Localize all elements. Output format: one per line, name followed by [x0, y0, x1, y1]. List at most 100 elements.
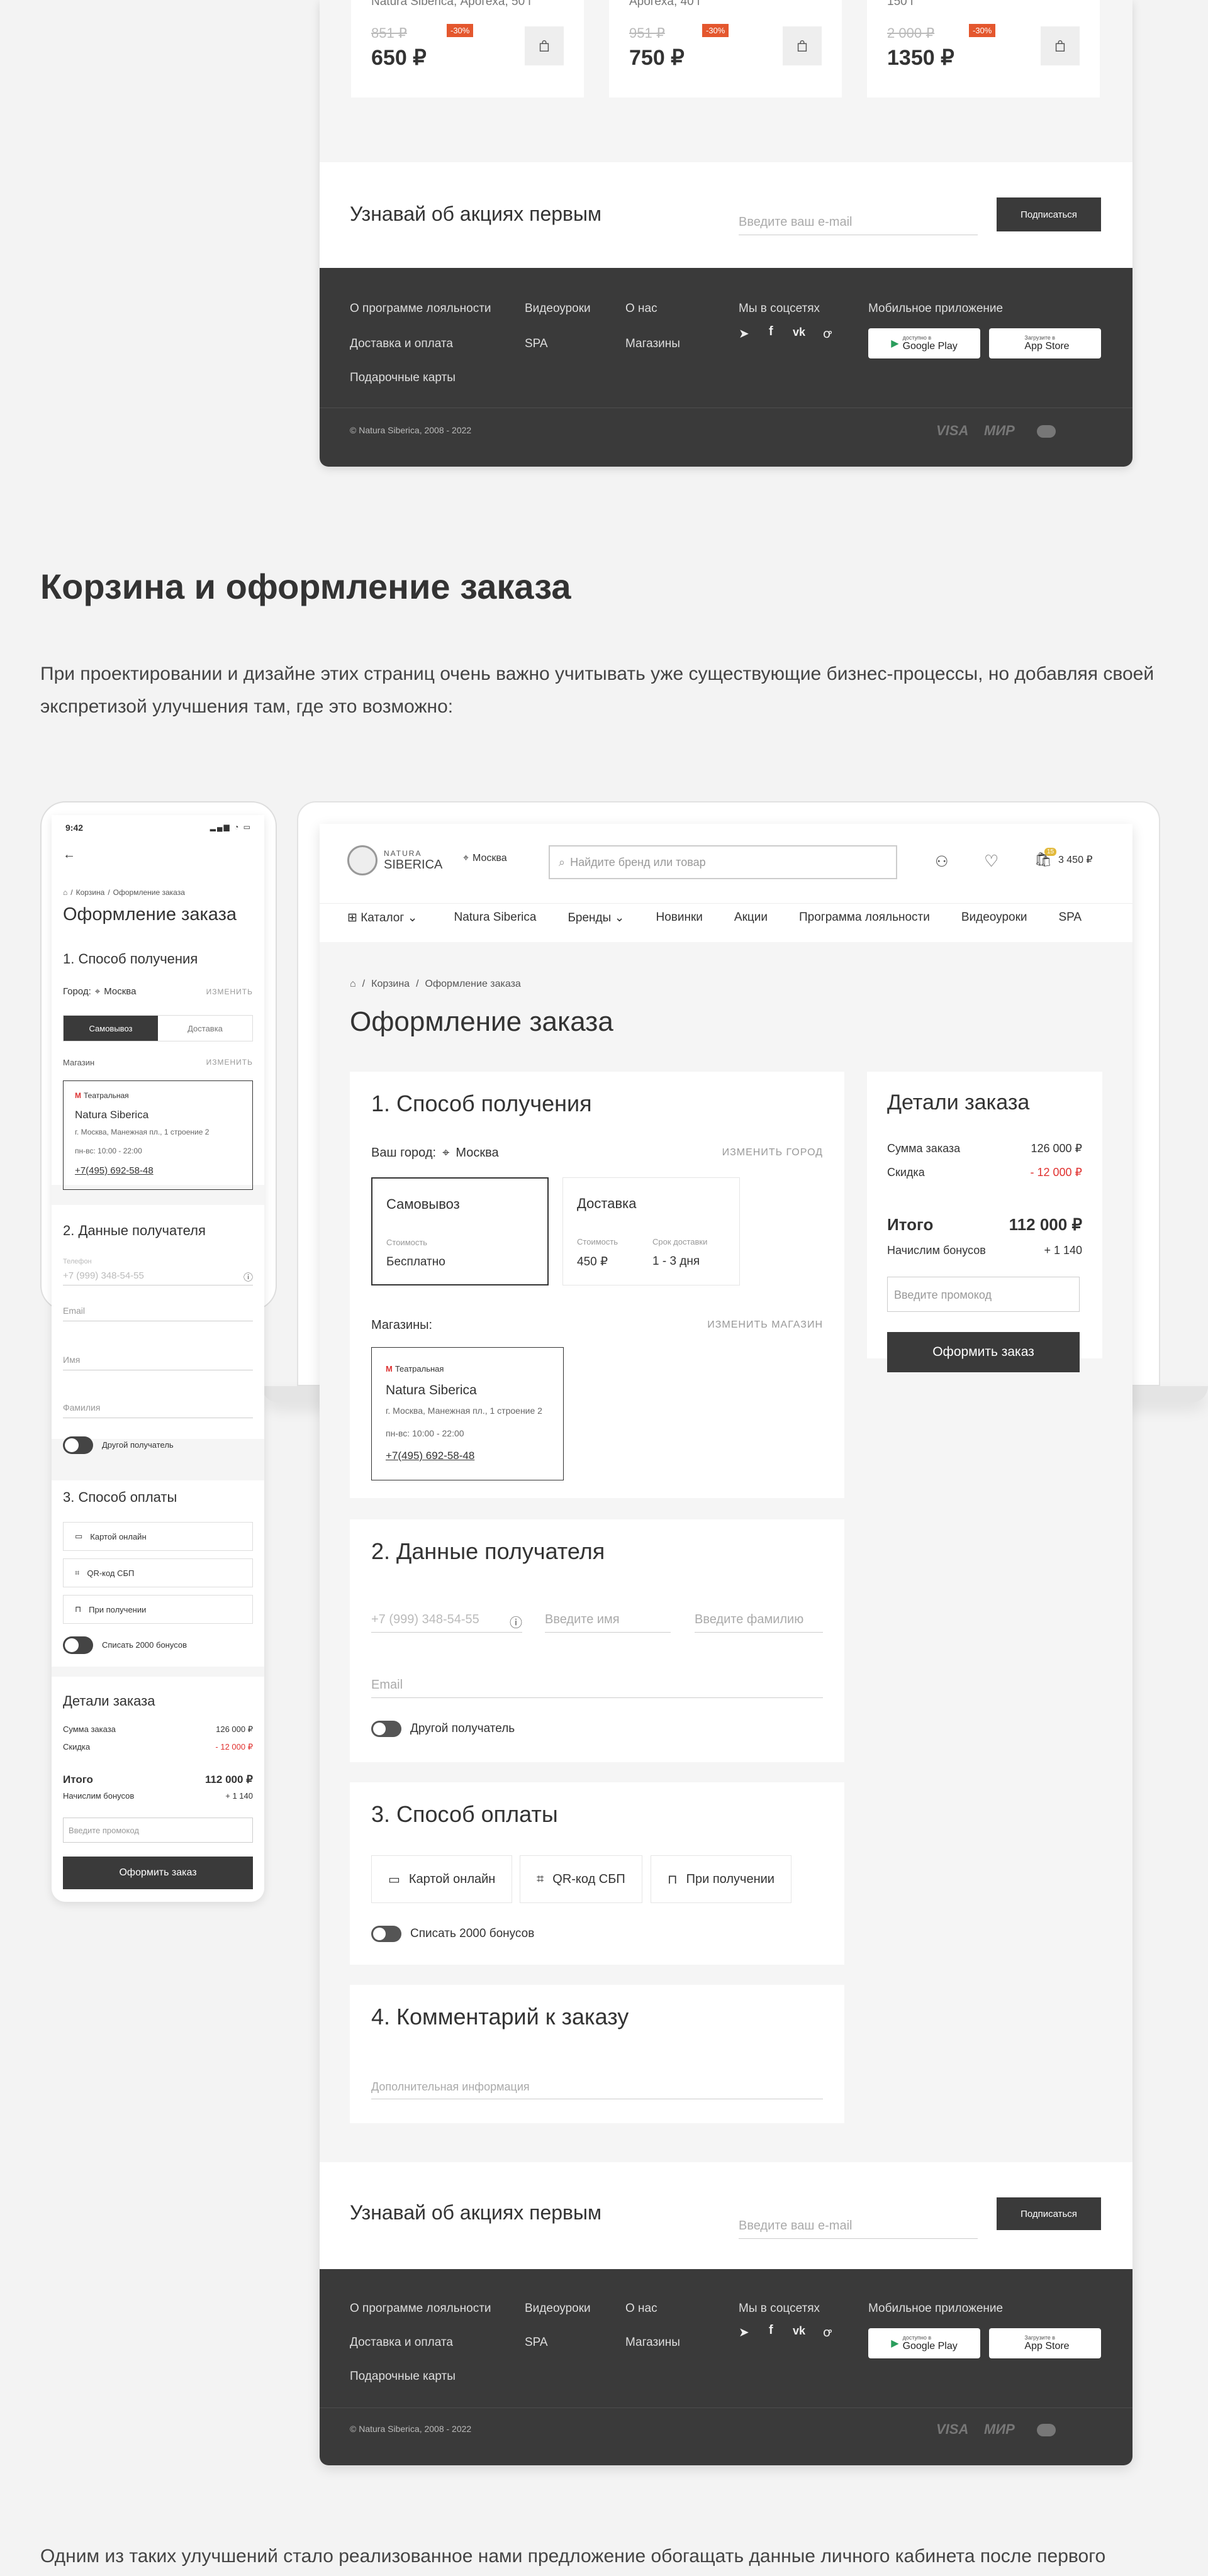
app-store-button[interactable]: Загрузите в App Store — [989, 2328, 1101, 2358]
footer-link[interactable]: Подарочные карты — [350, 371, 456, 385]
metro-name: Театральная — [394, 1364, 444, 1374]
checkout-button[interactable]: Оформить заказ — [887, 1332, 1080, 1372]
order-summary: Детали заказа Сумма заказа 126 000 ₽ Ски… — [867, 1072, 1102, 1372]
facebook-icon[interactable]: f — [769, 325, 773, 339]
footer-link[interactable]: О нас — [625, 302, 657, 316]
email-input[interactable]: Email — [371, 1678, 823, 1698]
bag-icon: ⊓ — [668, 1872, 678, 1887]
change-store-link[interactable]: ИЗМЕНИТЬ — [206, 1058, 253, 1067]
surname-input[interactable]: Фамилия — [63, 1402, 253, 1418]
nav-item[interactable]: Акции — [734, 911, 768, 925]
change-store-link[interactable]: ИЗМЕНИТЬ МАГАЗИН — [707, 1319, 823, 1331]
store-card[interactable]: M Театральная Natura Siberica г. Москва, … — [63, 1080, 253, 1190]
store-phone[interactable]: +7(495) 692-58-48 — [75, 1165, 154, 1176]
name-input[interactable]: Имя — [63, 1355, 253, 1370]
email-input[interactable]: Email — [63, 1306, 253, 1321]
other-recipient-toggle[interactable] — [371, 1721, 401, 1737]
tab-delivery[interactable]: Доставка — [158, 1016, 252, 1041]
pickup-option[interactable]: Самовывоз Стоимость Бесплатно — [371, 1177, 549, 1285]
account-icon[interactable]: ⚇ — [935, 853, 949, 871]
search-icon: ⌕ — [559, 855, 566, 869]
store-phone[interactable]: +7(495) 692-58-48 — [386, 1450, 474, 1462]
vk-icon[interactable]: vk — [793, 2324, 805, 2338]
footer-link[interactable]: Доставка и оплата — [350, 2336, 453, 2350]
name-input[interactable]: Введите имя — [545, 1613, 671, 1633]
store-hours: пн-вс: 10:00 - 22:00 — [386, 1428, 464, 1438]
bonus-toggle[interactable] — [371, 1926, 401, 1942]
add-to-cart-button[interactable] — [525, 26, 564, 65]
pay-qr-option[interactable]: ⌗ QR-код СБП — [520, 1855, 642, 1903]
nav-item[interactable]: Программа лояльности — [799, 911, 930, 925]
footer-link[interactable]: SPA — [525, 337, 548, 351]
bonus-toggle[interactable] — [63, 1636, 93, 1654]
google-play-button[interactable]: ▶ доступно в Google Play — [868, 2328, 980, 2358]
phone-placeholder: +7 (999) 348-54-55 — [371, 1613, 479, 1626]
add-to-cart-button[interactable] — [783, 26, 822, 65]
product-card[interactable]: Арогеxа, 40 г 951 ₽ -30% 750 ₽ — [609, 0, 842, 97]
header-divider — [320, 903, 1132, 904]
phone-input[interactable]: +7 (999) 348-54-55 ⓘ — [371, 1613, 522, 1633]
footer-link[interactable]: Доставка и оплата — [350, 337, 453, 351]
nav-item[interactable]: SPA — [1059, 911, 1082, 925]
app-store-button[interactable]: Загрузите в App Store — [989, 328, 1101, 358]
subscribe-button[interactable]: Подписаться — [997, 2197, 1101, 2230]
pay-on-receipt-option[interactable]: ⊓ При получении — [651, 1855, 791, 1903]
footer-link[interactable]: SPA — [525, 2336, 548, 2350]
breadcrumb-item[interactable]: Корзина — [76, 888, 105, 897]
home-icon[interactable]: ⌂ — [63, 888, 67, 897]
footer-link[interactable]: О нас — [625, 2302, 657, 2316]
pay-qr-option[interactable]: ⌗ QR-код СБП — [63, 1558, 253, 1587]
product-card[interactable]: 150 г 2 000 ₽ -30% 1350 ₽ — [867, 0, 1100, 97]
back-arrow-icon[interactable]: ← — [63, 848, 76, 862]
bonus-value: + 1 140 — [1044, 1244, 1082, 1257]
subscribe-email-input[interactable]: Введите ваш e-mail — [739, 2219, 978, 2239]
visa-icon: VISA — [936, 423, 969, 438]
pay-card-option[interactable]: ▭ Картой онлайн — [63, 1522, 253, 1551]
store-card[interactable]: M Театральная Natura Siberica г. Москва, … — [371, 1347, 564, 1480]
favorites-icon[interactable]: ♡ — [984, 852, 998, 871]
phone-input[interactable]: +7 (999) 348-54-55 ⓘ — [63, 1270, 253, 1285]
footer-link[interactable]: Видеоуроки — [525, 2302, 591, 2316]
promo-input[interactable]: Введите промокод — [63, 1818, 253, 1843]
search-input[interactable]: ⌕ Найдите бренд или товар — [549, 845, 897, 879]
footer-link[interactable]: О программе лояльности — [350, 302, 491, 316]
add-to-cart-button[interactable] — [1041, 26, 1080, 65]
telegram-icon[interactable]: ➤ — [739, 326, 749, 341]
city-selector[interactable]: ⌖ Москва — [463, 853, 507, 864]
tab-pickup[interactable]: Самовывоз — [64, 1016, 158, 1041]
facebook-icon[interactable]: f — [769, 2323, 773, 2338]
change-city-link[interactable]: ИЗМЕНИТЬ — [206, 987, 253, 996]
cart-button[interactable]: 🛍︎ 15 3 450 ₽ — [1034, 848, 1093, 868]
footer-link[interactable]: Магазины — [625, 337, 680, 351]
nav-item[interactable]: Новинки — [656, 911, 702, 925]
nav-item[interactable]: Видеоуроки — [961, 911, 1027, 925]
other-recipient-toggle[interactable] — [63, 1436, 93, 1454]
change-city-link[interactable]: ИЗМЕНИТЬ ГОРОД — [722, 1147, 823, 1158]
google-play-button[interactable]: ▶ доступно в Google Play — [868, 328, 980, 358]
subscribe-button[interactable]: Подписаться — [997, 197, 1101, 231]
pay-on-receipt-option[interactable]: ⊓ При получении — [63, 1595, 253, 1624]
odnoklassniki-icon[interactable]: ꝍ — [823, 2323, 831, 2340]
nav-item-brands[interactable]: Бренды ⌄ — [568, 911, 624, 925]
footer-link[interactable]: Магазины — [625, 2336, 680, 2350]
visa-icon: VISA — [936, 2421, 969, 2437]
home-icon[interactable]: ⌂ — [350, 979, 356, 990]
odnoklassniki-icon[interactable]: ꝍ — [823, 325, 831, 341]
promo-input[interactable]: Введите промокод — [887, 1277, 1080, 1312]
footer-link[interactable]: Видеоуроки — [525, 302, 591, 316]
nav-item[interactable]: Natura Siberica — [454, 911, 536, 925]
nav-item-catalog[interactable]: ⊞ Каталог ⌄ — [347, 911, 417, 925]
logo[interactable]: NATURA SIBERICA — [347, 845, 442, 875]
pay-card-option[interactable]: ▭ Картой онлайн — [371, 1855, 513, 1903]
breadcrumb-item[interactable]: Корзина — [371, 979, 410, 990]
surname-input[interactable]: Введите фамилию — [695, 1613, 823, 1633]
vk-icon[interactable]: vk — [793, 326, 805, 339]
footer-link[interactable]: Подарочные карты — [350, 2370, 456, 2384]
delivery-option[interactable]: Доставка Стоимость 450 ₽ Срок доставки 1… — [562, 1177, 740, 1285]
footer-link[interactable]: О программе лояльности — [350, 2302, 491, 2316]
checkout-button[interactable]: Оформить заказ — [63, 1857, 253, 1889]
product-card[interactable]: Natura Siberica, Арогеxа, 50 г 851 ₽ -30… — [351, 0, 584, 97]
comment-input[interactable]: Дополнительная информация — [371, 2080, 823, 2099]
subscribe-email-input[interactable]: Введите ваш e-mail — [739, 215, 978, 235]
telegram-icon[interactable]: ➤ — [739, 2324, 749, 2340]
